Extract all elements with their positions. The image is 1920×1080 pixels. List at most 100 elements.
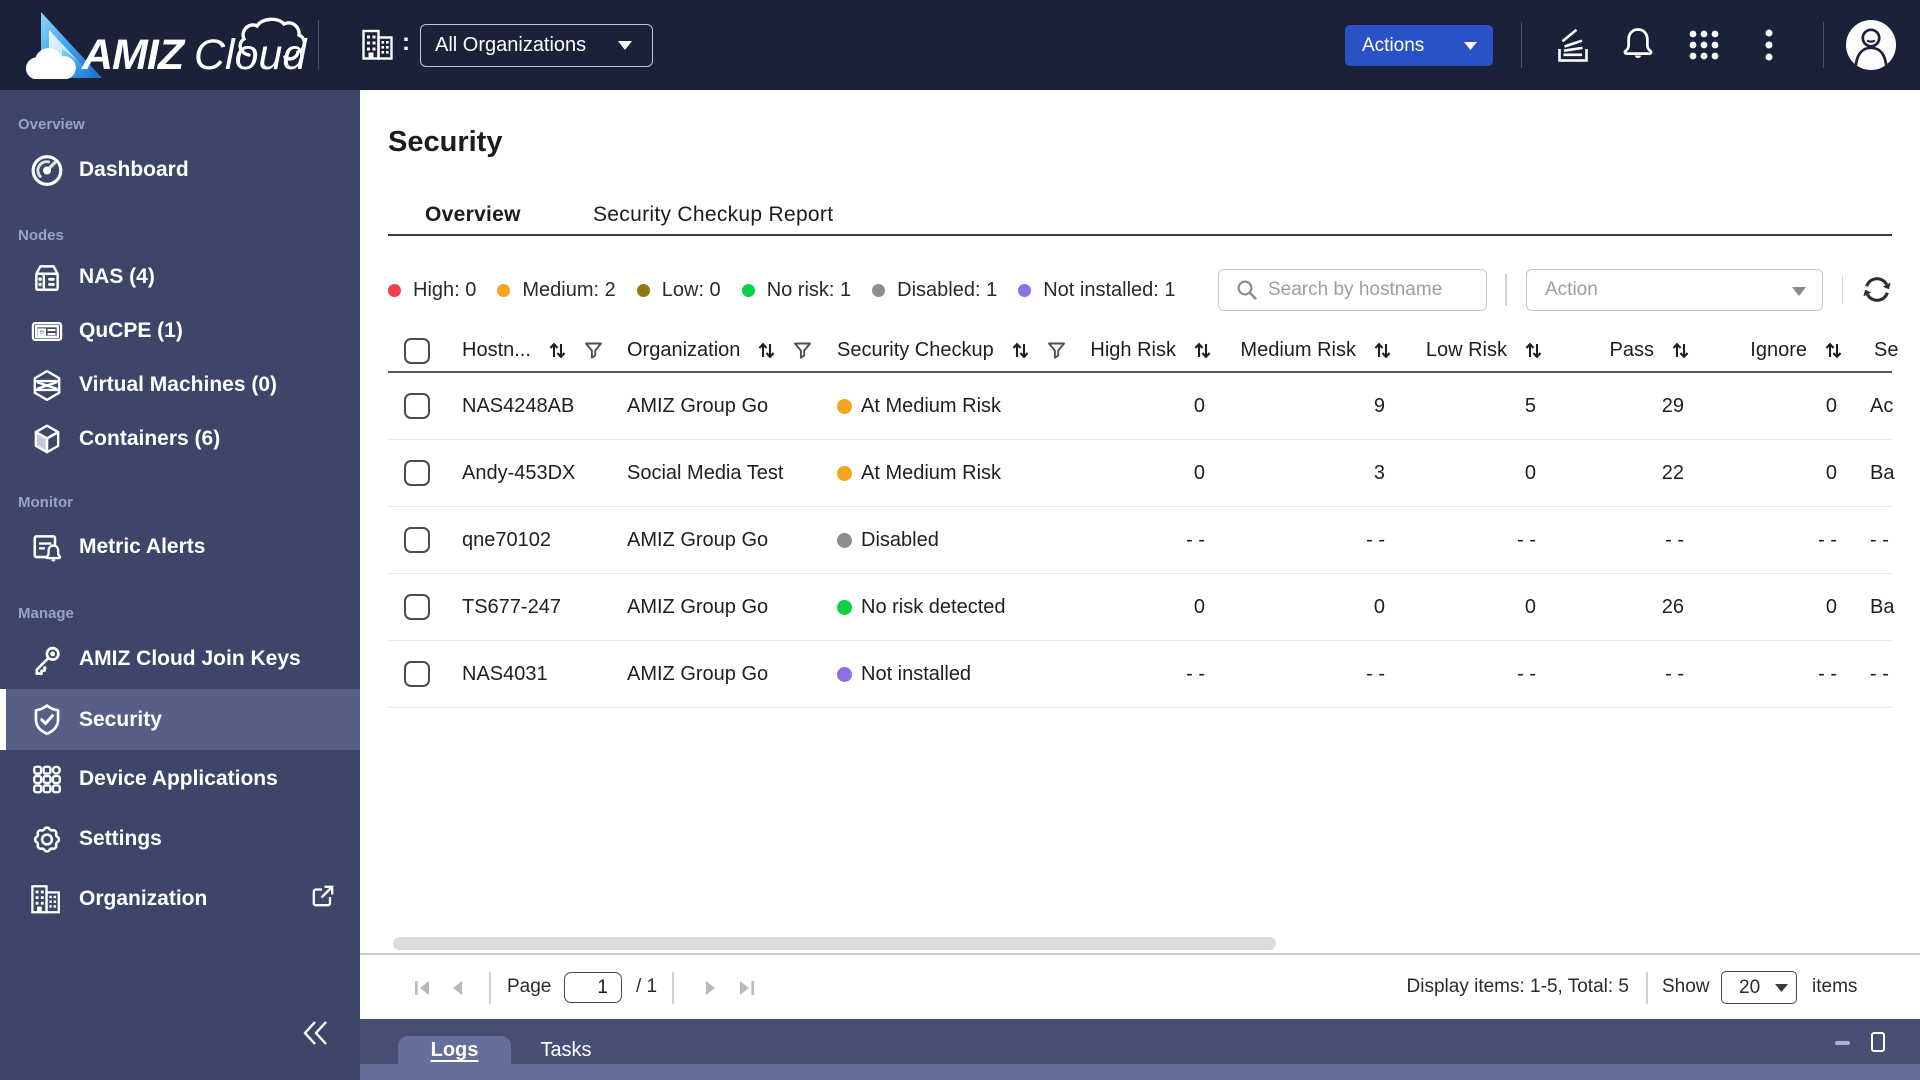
next-page-icon[interactable]: [703, 979, 719, 997]
legend-label: No risk: 1: [766, 278, 852, 301]
cell-ignore: 0: [1825, 595, 1837, 618]
row-checkbox[interactable]: [404, 507, 430, 573]
row-checkbox[interactable]: [404, 641, 430, 707]
column-header-label: Hostn...: [462, 339, 531, 361]
sidebar-item-nas[interactable]: NAS (4): [0, 250, 360, 304]
cell-ignore: 0: [1825, 394, 1837, 417]
filter-icon[interactable]: [584, 342, 603, 360]
cell-low-risk: - -: [1517, 528, 1536, 551]
organization-selector[interactable]: All Organizations: [420, 24, 653, 67]
row-checkbox[interactable]: [404, 440, 430, 506]
table-row[interactable]: NAS4248AB AMIZ Group Go At Medium Risk 0 9 5 2…: [388, 373, 1893, 440]
virtual-machines-icon: [30, 368, 64, 402]
first-page-icon[interactable]: [413, 979, 432, 997]
toolbar-separator: [1842, 276, 1843, 304]
organization-building-icon: [362, 29, 393, 60]
sidebar-item-settings[interactable]: Settings: [0, 812, 360, 866]
sidebar-item-containers[interactable]: Containers (6): [0, 412, 360, 466]
tab-tasks[interactable]: Tasks: [511, 1036, 621, 1064]
items-label: items: [1812, 976, 1858, 997]
show-label: Show: [1662, 976, 1710, 997]
sidebar-item-label: NAS (4): [79, 265, 155, 288]
organization-icon: [30, 882, 64, 916]
status-label: Disabled: [861, 528, 939, 551]
qucpe-icon: [30, 314, 64, 348]
cell-organization: Social Media Test: [627, 461, 784, 484]
minimize-panel-icon[interactable]: [1835, 1041, 1850, 1045]
sort-icon[interactable]: [757, 341, 776, 360]
sort-icon[interactable]: [1373, 341, 1392, 360]
cell-medium-risk: 3: [1373, 461, 1385, 484]
column-header-organization[interactable]: Organization: [627, 330, 812, 371]
notifications-bell-icon[interactable]: [1618, 24, 1658, 66]
metric-alerts-icon: [30, 530, 64, 564]
filter-icon[interactable]: [793, 342, 812, 360]
sidebar-item-qucpe[interactable]: QuCPE (1): [0, 304, 360, 358]
collapse-sidebar-icon[interactable]: [300, 1019, 332, 1047]
sidebar-section-manage: Manage: [18, 605, 74, 622]
column-header-security-checkup[interactable]: Security Checkup: [837, 330, 1066, 371]
select-all-checkbox[interactable]: [404, 330, 430, 371]
legend-dot: [872, 283, 886, 297]
cell-security-checkup: At Medium Risk: [837, 373, 1001, 439]
sort-icon[interactable]: [1524, 341, 1543, 360]
legend-label: Disabled: 1: [897, 278, 998, 301]
table-row[interactable]: NAS4031 AMIZ Group Go Not installed - - - - -…: [388, 641, 1892, 708]
filter-icon[interactable]: [1047, 342, 1066, 360]
sort-icon[interactable]: [548, 341, 567, 360]
tab-security-checkup-report[interactable]: Security Checkup Report: [593, 203, 833, 227]
search-input[interactable]: [1268, 279, 1468, 301]
legend-label: Not installed: 1: [1043, 278, 1176, 301]
page-number-input[interactable]: [564, 972, 622, 1003]
row-checkbox[interactable]: [404, 574, 430, 640]
column-header-label: Security Checkup: [837, 339, 994, 361]
column-header-high-risk[interactable]: High Risk: [1090, 330, 1212, 371]
sidebar-item-security[interactable]: Security: [0, 689, 360, 750]
refresh-icon[interactable]: [1860, 273, 1894, 307]
page-size-select[interactable]: 20: [1721, 971, 1797, 1004]
cell-low-risk: 5: [1524, 394, 1536, 417]
legend-item: Disabled: 1: [872, 279, 997, 302]
actions-button[interactable]: Actions: [1345, 25, 1493, 66]
expand-panel-icon[interactable]: [1871, 1032, 1885, 1052]
column-header-ignore[interactable]: Ignore: [1750, 330, 1843, 371]
nas-icon: [30, 260, 64, 294]
column-header-low-risk[interactable]: Low Risk: [1426, 330, 1543, 371]
more-kebab-icon[interactable]: [1757, 27, 1781, 63]
column-header-pass[interactable]: Pass: [1610, 330, 1690, 371]
sidebar-item-amiz-cloud-join-keys[interactable]: AMIZ Cloud Join Keys: [0, 632, 360, 686]
action-select[interactable]: Action: [1526, 269, 1823, 311]
legend-label: Medium: 2: [522, 278, 616, 301]
column-header-hostn-[interactable]: Hostn...: [462, 330, 603, 371]
horizontal-scrollbar-thumb[interactable]: [393, 937, 1276, 950]
sidebar-item-device-applications[interactable]: Device Applications: [0, 752, 360, 806]
sort-icon[interactable]: [1011, 341, 1030, 360]
sort-icon[interactable]: [1824, 341, 1843, 360]
sidebar-item-organization[interactable]: Organization: [0, 872, 360, 926]
tab-overview[interactable]: Overview: [425, 203, 521, 227]
table-row[interactable]: Andy-453DX Social Media Test At Medium Ris…: [388, 440, 1894, 507]
legend-dot: [388, 283, 401, 297]
row-checkbox[interactable]: [404, 373, 430, 439]
sidebar-item-virtual-machines[interactable]: Virtual Machines (0): [0, 358, 360, 412]
column-header-se[interactable]: Se: [1874, 330, 1898, 371]
sidebar-item-dashboard[interactable]: Dashboard: [0, 143, 360, 197]
cell-ignore: - -: [1818, 662, 1837, 685]
last-page-icon[interactable]: [737, 979, 756, 997]
tab-logs[interactable]: Logs: [398, 1036, 511, 1064]
cell-organization: AMIZ Group Go: [627, 595, 769, 618]
cell-organization: AMIZ Group Go: [627, 394, 769, 417]
sidebar-item-metric-alerts[interactable]: Metric Alerts: [0, 520, 360, 574]
table-row[interactable]: TS677-247 AMIZ Group Go No risk detected 0 0…: [388, 574, 1894, 641]
previous-page-icon[interactable]: [449, 979, 465, 997]
table-row[interactable]: qne70102 AMIZ Group Go Disabled - - - - - - - …: [388, 507, 1892, 574]
sort-icon[interactable]: [1671, 341, 1690, 360]
external-link-icon[interactable]: [307, 882, 337, 917]
legend-item: Medium: 2: [497, 278, 616, 302]
column-header-medium-risk[interactable]: Medium Risk: [1240, 330, 1392, 371]
apps-grid-icon[interactable]: [1686, 27, 1722, 63]
logs-stack-icon[interactable]: [1554, 26, 1592, 64]
sort-icon[interactable]: [1193, 341, 1212, 360]
user-avatar[interactable]: [1845, 19, 1897, 71]
column-header-label: Se: [1874, 339, 1899, 361]
